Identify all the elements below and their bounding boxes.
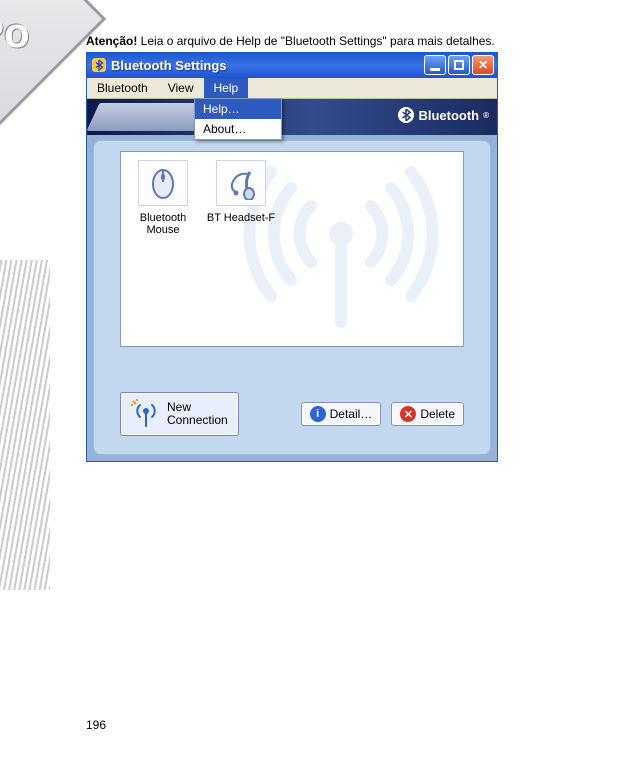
page-number: 196 [86,718,106,732]
caption-text: Atenção! Leia o arquivo de Help de "Blue… [86,34,495,48]
decor-stripes [0,260,50,590]
device-list-panel[interactable]: BluetoothMouse BT Headset-F [120,151,464,347]
device-label: BT Headset-F [205,212,277,224]
bottom-button-row: New Connection i Detail… ✕ Delete [120,392,464,436]
banner: Bluetooth® [87,99,497,135]
headset-icon [216,160,266,206]
help-dropdown: Help… About… [194,98,282,140]
device-label: BluetoothMouse [127,212,199,236]
titlebar[interactable]: Bluetooth Settings [87,52,497,78]
caption-strong: Atenção! [86,34,137,48]
menubar: Bluetooth View Help [87,78,497,99]
decor-logo-text: Po [0,9,30,57]
info-icon: i [310,406,326,422]
help-menu-help[interactable]: Help… [195,99,281,119]
new-connection-button[interactable]: New Connection [120,392,239,436]
window-title: Bluetooth Settings [111,58,424,73]
mouse-icon [138,160,188,206]
caption-rest: Leia o arquivo de Help de "Bluetooth Set… [137,34,494,48]
banner-brand: Bluetooth® [398,107,489,123]
detail-button[interactable]: i Detail… [301,402,382,426]
delete-label: Delete [420,407,455,421]
bluetooth-icon [398,107,414,123]
maximize-button[interactable] [448,55,470,75]
banner-laptop-graphic [87,103,210,131]
new-connection-line2: Connection [167,414,228,427]
delete-button[interactable]: ✕ Delete [391,402,464,426]
help-menu-about[interactable]: About… [195,119,281,139]
close-button[interactable] [472,55,494,75]
page-decoration: Po [0,0,100,660]
menu-help[interactable]: Help [204,78,249,98]
bluetooth-settings-window: Bluetooth Settings Bluetooth View Help B… [86,52,498,462]
device-item-mouse[interactable]: BluetoothMouse [127,160,199,236]
menu-view[interactable]: View [158,78,204,98]
new-connection-icon [131,399,161,429]
detail-label: Detail… [330,407,373,421]
device-item-headset[interactable]: BT Headset-F [205,160,277,224]
banner-brand-text: Bluetooth [418,108,479,123]
client-area: BluetoothMouse BT Headset-F [93,140,491,455]
minimize-button[interactable] [424,55,446,75]
menu-bluetooth[interactable]: Bluetooth [87,78,158,98]
app-icon [91,57,107,73]
delete-icon: ✕ [400,406,416,422]
